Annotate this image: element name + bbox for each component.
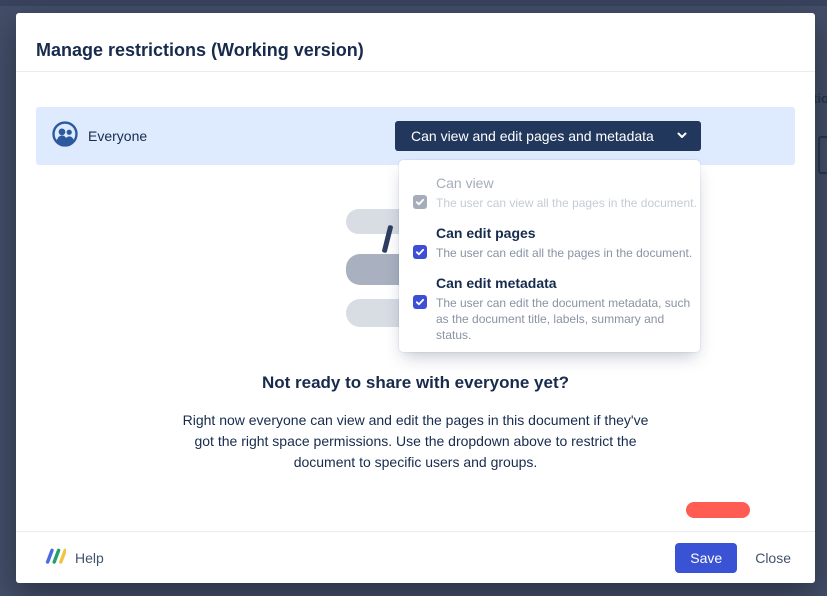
menu-option-description: The user can edit all the pages in the d… [436,245,700,261]
save-button[interactable]: Save [675,543,737,573]
checkbox-checked[interactable] [413,295,427,309]
footer-actions: Save Close [675,543,791,573]
backdrop-top-band [0,0,827,6]
people-group-icon [52,121,78,152]
everyone-restriction-row: Everyone Can view and edit pages and met… [36,107,795,165]
checkmark-icon [415,297,425,307]
empty-state-description: Right now everyone can view and edit the… [176,410,656,473]
menu-option-can-view[interactable]: Can view The user can view all the pages… [399,174,700,211]
checkmark-icon [415,247,425,257]
dialog-header: Manage restrictions (Working version) [16,13,815,72]
checkbox-cell [413,174,427,211]
menu-option-text: Can edit pages The user can edit all the… [436,224,700,261]
manage-restrictions-dialog: Manage restrictions (Working version) Ev… [16,13,815,583]
illustration-toggle-knob [686,502,750,518]
empty-state-heading: Not ready to share with everyone yet? [16,373,815,393]
chevron-down-icon [675,128,689,145]
help-label: Help [75,550,104,566]
menu-option-label: Can edit pages [436,224,700,243]
principal-name: Everyone [88,128,147,144]
menu-option-description: The user can edit the document metadata,… [436,295,700,343]
dimmed-background-text: tio [813,91,827,106]
principal-info: Everyone [52,107,147,165]
menu-option-text: Can view The user can view all the pages… [436,174,700,211]
menu-option-label: Can edit metadata [436,274,700,293]
close-button[interactable]: Close [755,550,791,566]
help-link[interactable]: Help [44,547,104,568]
menu-option-label: Can view [436,174,700,193]
checkbox-cell [413,224,427,261]
permission-dropdown-button[interactable]: Can view and edit pages and metadata [395,121,701,151]
dimmed-background-panel [818,136,827,174]
dialog-title: Manage restrictions (Working version) [36,40,364,60]
permission-options-menu: Can view The user can view all the pages… [399,160,700,352]
checkbox-checked[interactable] [413,245,427,259]
dialog-footer: Help Save Close [16,531,815,583]
menu-option-can-edit-metadata[interactable]: Can edit metadata The user can edit the … [399,274,700,343]
checkbox-checked[interactable] [413,195,427,209]
checkbox-cell [413,274,427,343]
permission-dropdown-label: Can view and edit pages and metadata [411,128,654,144]
menu-option-text: Can edit metadata The user can edit the … [436,274,700,343]
checkmark-icon [415,197,425,207]
menu-option-description: The user can view all the pages in the d… [436,195,700,211]
help-logo-icon [44,547,66,568]
menu-option-can-edit-pages[interactable]: Can edit pages The user can edit all the… [399,224,700,261]
